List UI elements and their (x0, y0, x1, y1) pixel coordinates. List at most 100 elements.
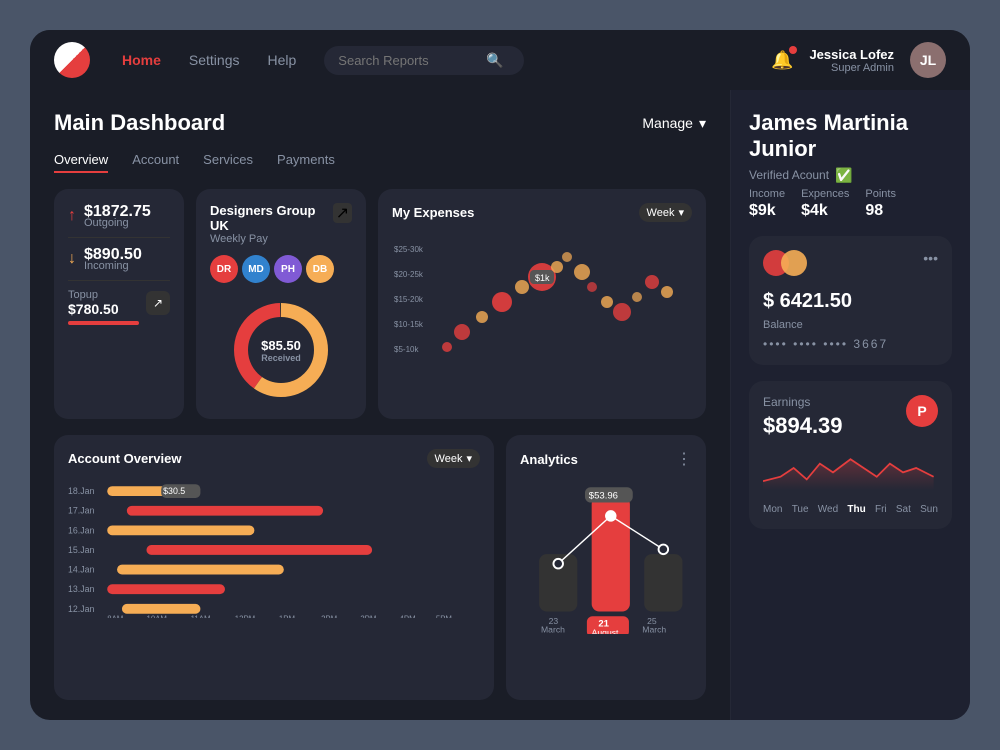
svg-text:16.Jan: 16.Jan (68, 525, 95, 535)
group-subtitle: Weekly Pay (210, 233, 333, 245)
day-sun: Sun (920, 504, 938, 515)
user-info: Jessica Lofez Super Admin (809, 47, 894, 74)
svg-text:4PM: 4PM (400, 615, 416, 618)
topup-bar (68, 321, 139, 325)
bottom-row: Account Overview Week ▾ 18.Jan 17.Jan 16… (54, 435, 706, 700)
svg-text:$10-15k: $10-15k (394, 320, 424, 329)
topup-label: Topup (68, 289, 119, 301)
profile-name: James Martinia Junior (749, 110, 952, 163)
week-selector[interactable]: Week ▾ (639, 203, 692, 222)
header: Home Settings Help 🔍 🔔 Jessica Lofez Sup… (30, 30, 970, 90)
group-card: Designers Group UK Weekly Pay ↗ DR MD PH… (196, 189, 366, 419)
svg-text:1PM: 1PM (279, 615, 295, 618)
balance-card-header: ••• (763, 250, 938, 284)
bubble-chart: $25-30k $20-25k $15-20k $10-15k $5-10k (392, 232, 692, 362)
page-title: Main Dashboard (54, 110, 225, 136)
svg-text:March: March (541, 624, 565, 634)
svg-text:2PM: 2PM (321, 615, 337, 618)
donut-amount: $85.50 Received (261, 338, 301, 363)
nav-help[interactable]: Help (268, 52, 297, 68)
account-overview-title: Account Overview (68, 451, 181, 466)
search-input[interactable] (338, 53, 478, 68)
outgoing-stat: ↑ $1872.75 Outgoing (68, 203, 170, 229)
expenses-label: Expences (801, 188, 849, 200)
top-cards-row: ↑ $1872.75 Outgoing ↓ $890.50 Incoming (54, 189, 706, 419)
balance-card: ••• $ 6421.50 Balance •••• •••• •••• 366… (749, 236, 952, 365)
day-wed: Wed (818, 504, 838, 515)
avatar-dr: DR (210, 255, 238, 283)
points-stat: Points 98 (865, 188, 896, 220)
manage-button[interactable]: Manage ▾ (642, 115, 706, 132)
expenses-value: $4k (801, 202, 849, 220)
left-panel: Main Dashboard Manage ▾ Overview Account… (30, 90, 730, 720)
paypal-icon: P (906, 395, 938, 427)
app-container: Home Settings Help 🔍 🔔 Jessica Lofez Sup… (30, 30, 970, 720)
group-title: Designers Group UK (210, 203, 333, 233)
income-stat: Income $9k (749, 188, 785, 220)
svg-text:14.Jan: 14.Jan (68, 565, 95, 575)
nav-settings[interactable]: Settings (189, 52, 240, 68)
card-number: •••• •••• •••• 3667 (763, 337, 938, 351)
svg-text:$5-10k: $5-10k (394, 345, 419, 354)
notification-bell[interactable]: 🔔 (771, 50, 793, 71)
svg-text:$20-25k: $20-25k (394, 270, 424, 279)
svg-text:12PM: 12PM (235, 615, 255, 618)
svg-text:$15-20k: $15-20k (394, 295, 424, 304)
tab-services[interactable]: Services (203, 152, 253, 173)
user-role: Super Admin (809, 62, 894, 74)
analytics-card: Analytics ⋮ $53.96 (506, 435, 706, 700)
tab-payments[interactable]: Payments (277, 152, 335, 173)
income-value: $9k (749, 202, 785, 220)
main-content: Main Dashboard Manage ▾ Overview Account… (30, 90, 970, 720)
svg-text:March: March (642, 624, 666, 634)
analytics-title: Analytics (520, 452, 578, 467)
topup-section: Topup $780.50 ↗ (68, 289, 170, 325)
expenses-card: My Expenses Week ▾ $25-30k $20-25k $15-2… (378, 189, 706, 419)
nav-home[interactable]: Home (122, 52, 161, 68)
svg-text:18.Jan: 18.Jan (68, 486, 95, 496)
profile-stats: Income $9k Expences $4k Points 98 (749, 188, 952, 220)
svg-text:15.Jan: 15.Jan (68, 545, 95, 555)
svg-text:17.Jan: 17.Jan (68, 506, 95, 516)
avatar[interactable]: JL (910, 42, 946, 78)
svg-text:13.Jan: 13.Jan (68, 584, 95, 594)
expenses-header: My Expenses Week ▾ (392, 203, 692, 222)
tab-account[interactable]: Account (132, 152, 179, 173)
avatar-group: DR MD PH DB (210, 255, 352, 283)
svg-text:8AM: 8AM (107, 615, 123, 618)
points-label: Points (865, 188, 896, 200)
search-icon: 🔍 (486, 52, 503, 69)
expenses-stat: Expences $4k (801, 188, 849, 220)
svg-text:August: August (592, 627, 619, 634)
search-bar[interactable]: 🔍 (324, 46, 524, 75)
down-arrow-icon: ↓ (68, 250, 76, 268)
expenses-title: My Expenses (392, 205, 474, 220)
day-fri: Fri (875, 504, 887, 515)
account-week-selector[interactable]: Week ▾ (427, 449, 480, 468)
verified-row: Verified Acount ✅ (749, 167, 952, 184)
analytics-more-button[interactable]: ⋮ (676, 449, 692, 469)
avatar-db: DB (306, 255, 334, 283)
analytics-chart: $53.96 23 March 21 (520, 479, 692, 629)
up-arrow-icon: ↑ (68, 207, 76, 225)
earnings-card: P Earnings $894.39 Mon Tue (749, 381, 952, 529)
days-row: Mon Tue Wed Thu Fri Sat Sun (763, 504, 938, 515)
incoming-stat: ↓ $890.50 Incoming (68, 246, 170, 272)
account-overview-header: Account Overview Week ▾ (68, 449, 480, 468)
donut-chart: $85.50 Received (210, 295, 352, 405)
expand-button[interactable]: ↗ (333, 203, 352, 223)
balance-label: Balance (763, 319, 938, 331)
gantt-chart: 18.Jan 17.Jan 16.Jan 15.Jan 14.Jan 13.Ja… (68, 478, 480, 618)
mastercard-icon (763, 250, 807, 276)
points-value: 98 (865, 202, 896, 220)
tab-overview[interactable]: Overview (54, 152, 108, 173)
balance-more-button[interactable]: ••• (923, 250, 938, 266)
dashboard-header: Main Dashboard Manage ▾ (54, 110, 706, 136)
svg-text:5PM: 5PM (436, 615, 452, 618)
verified-badge-icon: ✅ (835, 167, 852, 184)
day-tue: Tue (792, 504, 809, 515)
divider-2 (68, 280, 170, 281)
topup-button[interactable]: ↗ (146, 291, 170, 315)
day-sat: Sat (896, 504, 911, 515)
right-panel: James Martinia Junior Verified Acount ✅ … (730, 90, 970, 720)
